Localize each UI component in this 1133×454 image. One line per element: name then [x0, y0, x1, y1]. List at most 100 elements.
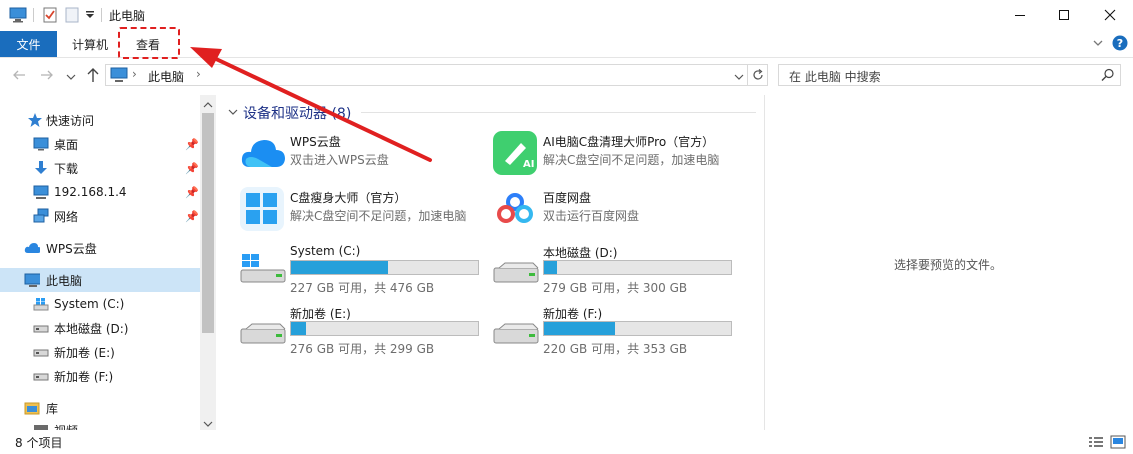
drive-icon — [240, 323, 286, 348]
properties-icon[interactable] — [42, 7, 58, 26]
navigation-bar: › 此电脑 › 在 此电脑 中搜索 — [0, 60, 1133, 90]
tile-name: WPS云盘 — [290, 135, 341, 149]
nav-label: 下载 — [54, 161, 79, 176]
collapse-group-icon[interactable] — [228, 106, 238, 120]
drive-space: 220 GB 可用，共 353 GB — [543, 342, 688, 356]
scroll-thumb[interactable] — [202, 113, 214, 333]
drive-c-tile[interactable]: System (C:) 227 GB 可用，共 476 GB — [240, 242, 490, 295]
scroll-up-icon[interactable] — [203, 98, 213, 112]
nav-label: 新加卷 (F:) — [54, 369, 114, 384]
drive-icon — [493, 323, 539, 348]
refresh-button[interactable] — [748, 64, 768, 86]
tile-subtitle: 解决C盘空间不足问题，加速电脑 — [543, 153, 720, 167]
drive-e-tile[interactable]: 新加卷 (E:) 276 GB 可用，共 299 GB — [240, 303, 490, 356]
address-bar[interactable]: › 此电脑 › — [105, 64, 748, 86]
drive-icon — [493, 262, 539, 287]
nav-label: 本地磁盘 (D:) — [54, 321, 129, 336]
item-count: 8 个项目 — [15, 436, 63, 450]
drive-icon — [33, 344, 49, 360]
drive-usage-bar — [543, 260, 732, 275]
ai-cleaner-icon: AI — [493, 131, 537, 178]
group-header[interactable]: 设备和驱动器 (8) — [243, 103, 351, 123]
address-history-icon[interactable] — [734, 70, 744, 84]
nav-label: 新加卷 (E:) — [54, 345, 115, 360]
large-icons-view-icon[interactable] — [1110, 435, 1126, 452]
nav-wps-cloud[interactable]: WPS云盘 — [0, 236, 200, 260]
drive-usage-fill — [291, 261, 389, 274]
nav-drive-d[interactable]: 本地磁盘 (D:) — [0, 316, 200, 340]
nav-network[interactable]: 网络 📌 — [0, 204, 200, 228]
c-slimming-tile[interactable]: C盘瘦身大师（官方） 解决C盘空间不足问题，加速电脑 — [240, 187, 490, 237]
up-icon[interactable] — [86, 67, 100, 86]
nav-label: 库 — [46, 401, 59, 416]
this-pc-icon — [9, 7, 27, 26]
nav-scrollbar[interactable] — [200, 95, 216, 430]
this-pc-icon — [110, 67, 128, 86]
pin-icon[interactable]: 📌 — [185, 186, 199, 199]
details-view-icon[interactable] — [1088, 435, 1104, 452]
customize-toolbar-icon[interactable] — [85, 9, 95, 23]
network-drive-icon — [33, 184, 49, 200]
help-icon[interactable]: ? — [1112, 35, 1128, 54]
network-icon — [33, 208, 49, 224]
svg-text:?: ? — [1117, 37, 1123, 50]
minimize-button[interactable] — [997, 0, 1043, 30]
maximize-icon — [1059, 10, 1069, 20]
tab-computer[interactable]: 计算机 — [62, 31, 118, 57]
search-input[interactable]: 在 此电脑 中搜索 — [778, 64, 1121, 86]
nav-label: System (C:) — [54, 297, 125, 311]
title-bar: 此电脑 — [0, 0, 1133, 30]
nav-desktop[interactable]: 桌面 📌 — [0, 132, 200, 156]
ai-cleaner-tile[interactable]: AI AI电脑C盘清理大师Pro（官方） 解决C盘空间不足问题，加速电脑 — [493, 131, 743, 181]
expand-ribbon-icon[interactable] — [1092, 37, 1104, 52]
nav-videos[interactable]: 视频 — [0, 418, 200, 430]
search-icon[interactable] — [1101, 68, 1115, 85]
star-icon — [27, 112, 43, 128]
nav-drive-e[interactable]: 新加卷 (E:) — [0, 340, 200, 364]
close-button[interactable] — [1087, 0, 1133, 30]
pin-icon[interactable]: 📌 — [185, 162, 199, 175]
content-pane: 设备和驱动器 (8) WPS云盘 双击进入WPS云盘 AI AI电脑C盘清理大师… — [216, 95, 764, 430]
nav-network-location[interactable]: 192.168.1.4 📌 — [0, 180, 200, 204]
nav-downloads[interactable]: 下载 📌 — [0, 156, 200, 180]
c-slimming-icon — [240, 187, 284, 234]
nav-drive-f[interactable]: 新加卷 (F:) — [0, 364, 200, 388]
preview-divider[interactable] — [764, 95, 765, 430]
baidu-netdisk-tile[interactable]: 百度网盘 双击运行百度网盘 — [493, 187, 743, 237]
drive-icon — [33, 368, 49, 384]
drive-name: System (C:) — [290, 244, 361, 258]
drive-f-tile[interactable]: 新加卷 (F:) 220 GB 可用，共 353 GB — [493, 303, 743, 356]
tile-name: AI电脑C盘清理大师Pro（官方） — [543, 135, 715, 149]
drive-d-tile[interactable]: 本地磁盘 (D:) 279 GB 可用，共 300 GB — [493, 242, 743, 295]
drive-usage-fill — [544, 322, 616, 335]
nav-this-pc[interactable]: 此电脑 — [0, 268, 200, 292]
nav-quick-access[interactable]: 快速访问 — [0, 108, 200, 132]
breadcrumb-this-pc[interactable]: 此电脑 — [148, 68, 184, 85]
nav-library[interactable]: 库 — [0, 396, 200, 420]
tile-subtitle: 解决C盘空间不足问题，加速电脑 — [290, 209, 467, 223]
svg-text:AI: AI — [523, 159, 534, 170]
preview-pane-text: 选择要预览的文件。 — [894, 258, 1003, 272]
back-icon[interactable] — [12, 68, 26, 85]
nav-drive-c[interactable]: System (C:) — [0, 292, 200, 316]
drive-usage-fill — [291, 322, 306, 335]
pin-icon[interactable]: 📌 — [185, 210, 199, 223]
breadcrumb-chevron-icon[interactable]: › — [132, 67, 137, 81]
recent-locations-icon[interactable] — [66, 70, 76, 84]
tab-file[interactable]: 文件 — [0, 31, 57, 57]
close-icon — [1104, 9, 1116, 21]
drive-icon — [33, 320, 49, 336]
new-folder-icon[interactable] — [65, 7, 79, 26]
baidu-netdisk-icon — [493, 187, 537, 234]
wps-cloud-tile[interactable]: WPS云盘 双击进入WPS云盘 — [240, 131, 490, 181]
nav-label: 此电脑 — [46, 273, 83, 288]
forward-icon[interactable] — [40, 68, 54, 85]
scroll-down-icon[interactable] — [203, 417, 213, 431]
pin-icon[interactable]: 📌 — [185, 138, 199, 151]
breadcrumb-chevron-icon[interactable]: › — [196, 67, 201, 81]
nav-label: 192.168.1.4 — [54, 185, 127, 199]
window-title: 此电脑 — [109, 9, 146, 23]
tile-subtitle: 双击进入WPS云盘 — [290, 153, 389, 167]
maximize-button[interactable] — [1041, 0, 1087, 30]
search-placeholder: 在 此电脑 中搜索 — [789, 70, 881, 84]
